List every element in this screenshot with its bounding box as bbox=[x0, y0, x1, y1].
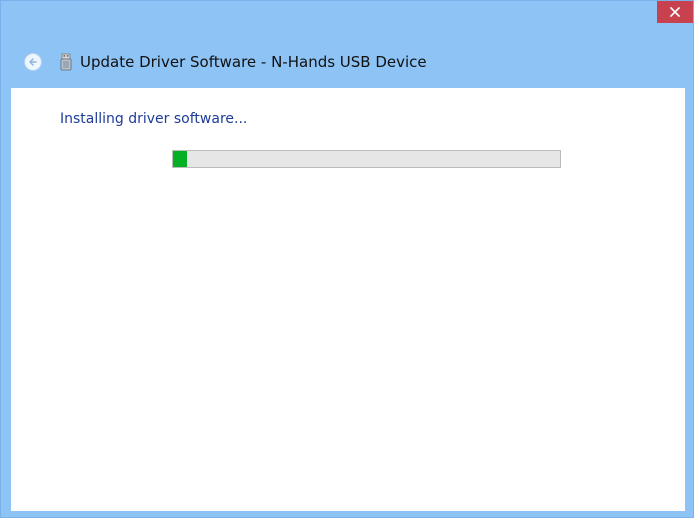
main-instruction: Installing driver software... bbox=[60, 111, 248, 127]
usb-device-icon bbox=[60, 53, 72, 71]
progress-bar bbox=[172, 150, 561, 168]
progress-bar-fill bbox=[173, 151, 187, 167]
back-arrow-icon bbox=[29, 58, 37, 66]
close-icon bbox=[670, 7, 680, 17]
update-driver-window: Update Driver Software - N-Hands USB Dev… bbox=[0, 0, 694, 518]
title-row: Update Driver Software - N-Hands USB Dev… bbox=[1, 47, 693, 77]
close-button[interactable] bbox=[657, 1, 693, 23]
window-title: Update Driver Software - N-Hands USB Dev… bbox=[80, 53, 427, 71]
back-button[interactable] bbox=[24, 53, 42, 71]
content-area: Installing driver software... bbox=[11, 88, 685, 511]
